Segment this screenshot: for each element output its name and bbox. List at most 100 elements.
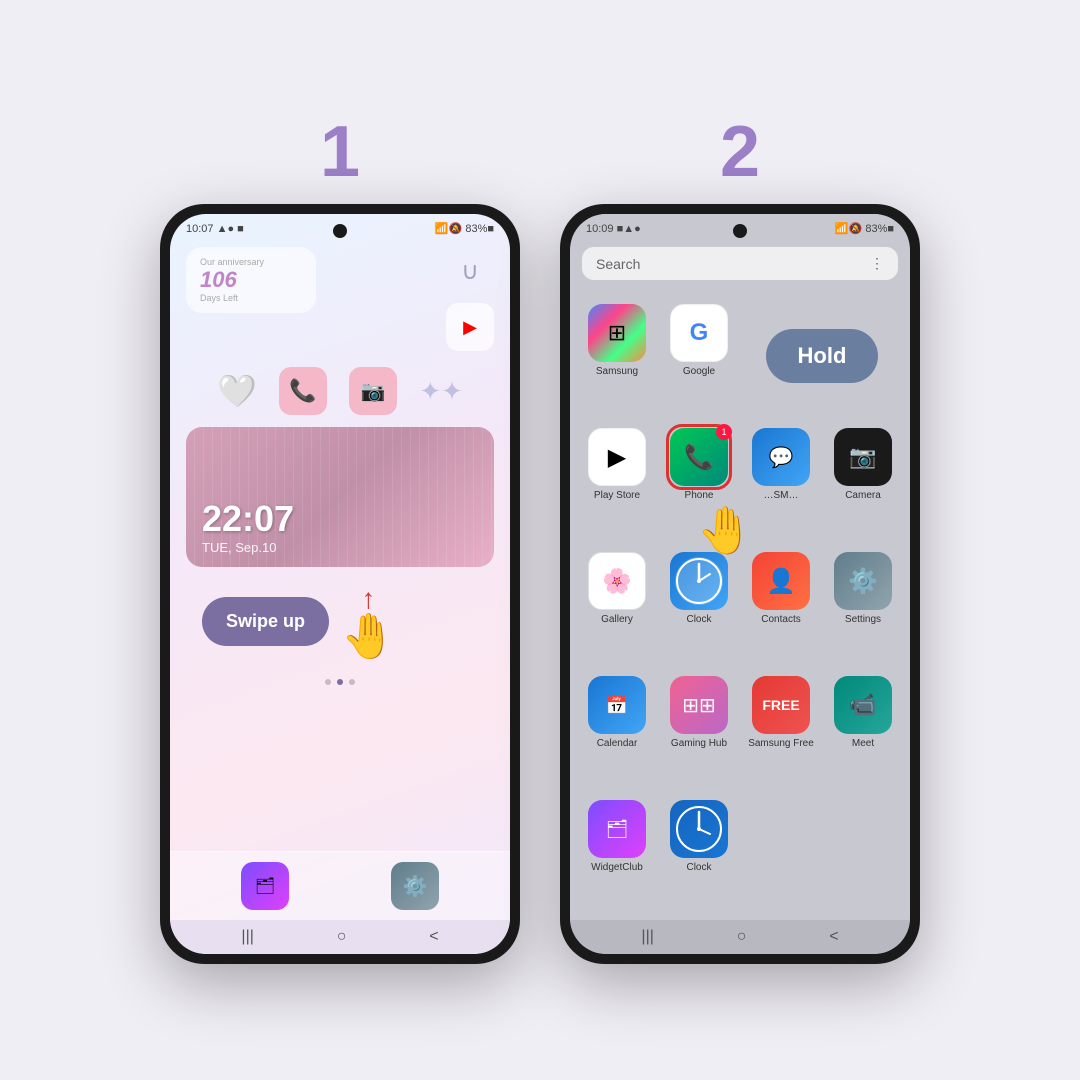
- widgetclub-label: WidgetClub: [591, 862, 643, 873]
- phone-2: 10:09 ■▲● 📶🔕 83%■ Search ⋮: [560, 204, 920, 964]
- clock-icon-2[interactable]: [670, 800, 728, 858]
- status-left-1: 10:07 ▲● ■: [186, 223, 244, 235]
- clock-icon[interactable]: [670, 552, 728, 610]
- phone-badge: 1: [716, 424, 732, 440]
- anniversary-days: 106: [200, 267, 302, 293]
- phone-2-screen: 10:09 ■▲● 📶🔕 83%■ Search ⋮: [570, 214, 910, 954]
- app-gaminghub[interactable]: ⊞⊞ Gaming Hub: [660, 668, 738, 788]
- clock-date: TUE, Sep.10: [202, 540, 478, 555]
- google-icon[interactable]: G: [670, 304, 728, 362]
- anniversary-label: Our anniversary: [200, 257, 302, 267]
- samsungfree-icon[interactable]: FREE: [752, 676, 810, 734]
- app-widgetclub[interactable]: 🗂 WidgetClub: [578, 792, 656, 912]
- playstore-label: Play Store: [594, 490, 640, 501]
- home-content: Our anniversary 106 Days Left ∪ ▶: [170, 239, 510, 851]
- heart-icon: 🤍: [217, 372, 257, 410]
- status-right-2: 📶🔕 83%■: [835, 222, 894, 235]
- app-grid: ⊞ Samsung G Google Hold: [570, 288, 910, 920]
- app-icon-youtube[interactable]: ▶: [446, 303, 494, 351]
- nav-bar-1: ||| ○ <: [170, 920, 510, 954]
- app-msm[interactable]: 💬 …SM…: [742, 420, 820, 540]
- settings-icon[interactable]: ⚙️: [834, 552, 892, 610]
- camera-icon-drawer[interactable]: 📷: [834, 428, 892, 486]
- widgetclub-icon[interactable]: 🗂: [588, 800, 646, 858]
- step-1-number: 1: [320, 116, 360, 188]
- meet-icon[interactable]: 📹: [834, 676, 892, 734]
- app-icon-u[interactable]: ∪: [446, 247, 494, 295]
- app-clock2[interactable]: Clock: [660, 792, 738, 912]
- samsung-label: Samsung: [596, 366, 638, 377]
- search-placeholder: Search: [596, 256, 640, 272]
- nav-back-2[interactable]: |||: [641, 928, 653, 946]
- gallery-label: Gallery: [601, 614, 633, 625]
- phone-label: Phone: [685, 490, 714, 501]
- gallery-icon[interactable]: 🌸: [588, 552, 646, 610]
- msm-label: …SM…: [764, 490, 799, 501]
- nav-home-2[interactable]: ○: [737, 928, 747, 946]
- app-samsung[interactable]: ⊞ Samsung: [578, 296, 656, 416]
- app-gallery[interactable]: 🌸 Gallery: [578, 544, 656, 664]
- app-clock[interactable]: Clock: [660, 544, 738, 664]
- page-dots: [186, 675, 494, 689]
- calendar-icon[interactable]: 📅: [588, 676, 646, 734]
- nav-recents-2[interactable]: <: [829, 928, 838, 946]
- phone-1: 10:07 ▲● ■ 📶🔕 83%■ Our anniversary 106 D…: [160, 204, 520, 964]
- camera-icon-home[interactable]: 📷: [349, 367, 397, 415]
- phone-icon-drawer[interactable]: 📞 1: [670, 428, 728, 486]
- samsung-icon[interactable]: ⊞: [588, 304, 646, 362]
- screen-1: 10:07 ▲● ■ 📶🔕 83%■ Our anniversary 106 D…: [170, 214, 510, 954]
- arrow-up-icon: ↑: [361, 583, 375, 615]
- clock-label-1: Clock: [686, 614, 711, 625]
- app-meet[interactable]: 📹 Meet: [824, 668, 902, 788]
- nav-home[interactable]: ○: [337, 928, 347, 946]
- mid-row-icons: 🤍 📞 📷 ✦✦: [186, 363, 494, 419]
- app-calendar[interactable]: 📅 Calendar: [578, 668, 656, 788]
- dot-1: [325, 679, 331, 685]
- camera-label: Camera: [845, 490, 881, 501]
- hand-swipe-icon: 🤚: [341, 615, 396, 659]
- app-playstore[interactable]: ▶ Play Store: [578, 420, 656, 540]
- status-right-1: 📶🔕 83%■: [435, 222, 494, 235]
- app-contacts[interactable]: 👤 Contacts: [742, 544, 820, 664]
- widget-club-dock[interactable]: 🗂: [241, 862, 289, 910]
- swipe-up-area: Swipe up ↑ 🤚: [186, 575, 494, 667]
- notch-2: [733, 224, 747, 238]
- playstore-icon[interactable]: ▶: [588, 428, 646, 486]
- phone-icon-home[interactable]: 📞: [279, 367, 327, 415]
- notch-1: [333, 224, 347, 238]
- main-container: 1 10:07 ▲● ■ 📶🔕 83%■ Our anniversary: [0, 0, 1080, 1080]
- contacts-label: Contacts: [761, 614, 800, 625]
- nav-back[interactable]: |||: [241, 928, 253, 946]
- gaminghub-icon[interactable]: ⊞⊞: [670, 676, 728, 734]
- settings-dock[interactable]: ⚙️: [391, 862, 439, 910]
- step-1: 1 10:07 ▲● ■ 📶🔕 83%■ Our anniversary: [160, 116, 520, 964]
- gaminghub-label: Gaming Hub: [671, 738, 727, 749]
- settings-label: Settings: [845, 614, 881, 625]
- contacts-icon[interactable]: 👤: [752, 552, 810, 610]
- app-camera[interactable]: 📷 Camera: [824, 420, 902, 540]
- app-settings[interactable]: ⚙️ Settings: [824, 544, 902, 664]
- status-bar-1: 10:07 ▲● ■ 📶🔕 83%■: [170, 214, 510, 239]
- hold-bubble: Hold: [766, 329, 879, 383]
- app-google[interactable]: G Google: [660, 296, 738, 416]
- clock-time: 22:07: [202, 498, 478, 540]
- status-left-2: 10:09 ■▲●: [586, 223, 641, 235]
- screen-2: 10:09 ■▲● 📶🔕 83%■ Search ⋮: [570, 214, 910, 954]
- anniversary-widget: Our anniversary 106 Days Left: [186, 247, 316, 313]
- phone-1-screen: 10:07 ▲● ■ 📶🔕 83%■ Our anniversary 106 D…: [170, 214, 510, 954]
- google-label: Google: [683, 366, 715, 377]
- swipe-up-button[interactable]: Swipe up: [202, 597, 329, 646]
- dot-2: [337, 679, 343, 685]
- search-bar[interactable]: Search ⋮: [582, 247, 898, 280]
- status-bar-2: 10:09 ■▲● 📶🔕 83%■: [570, 214, 910, 239]
- step-2: 2 10:09 ■▲● 📶🔕 83%■ Search ⋮: [560, 116, 920, 964]
- msm-icon[interactable]: 💬: [752, 428, 810, 486]
- app-samsungfree[interactable]: FREE Samsung Free: [742, 668, 820, 788]
- app-phone[interactable]: 📞 1 Phone 🤚: [660, 420, 738, 540]
- dot-3: [349, 679, 355, 685]
- nav-bar-2: ||| ○ <: [570, 920, 910, 954]
- step-2-number: 2: [720, 116, 760, 188]
- anniversary-sublabel: Days Left: [200, 293, 302, 303]
- nav-recents[interactable]: <: [429, 928, 438, 946]
- clock-widget: 22:07 TUE, Sep.10: [186, 427, 494, 567]
